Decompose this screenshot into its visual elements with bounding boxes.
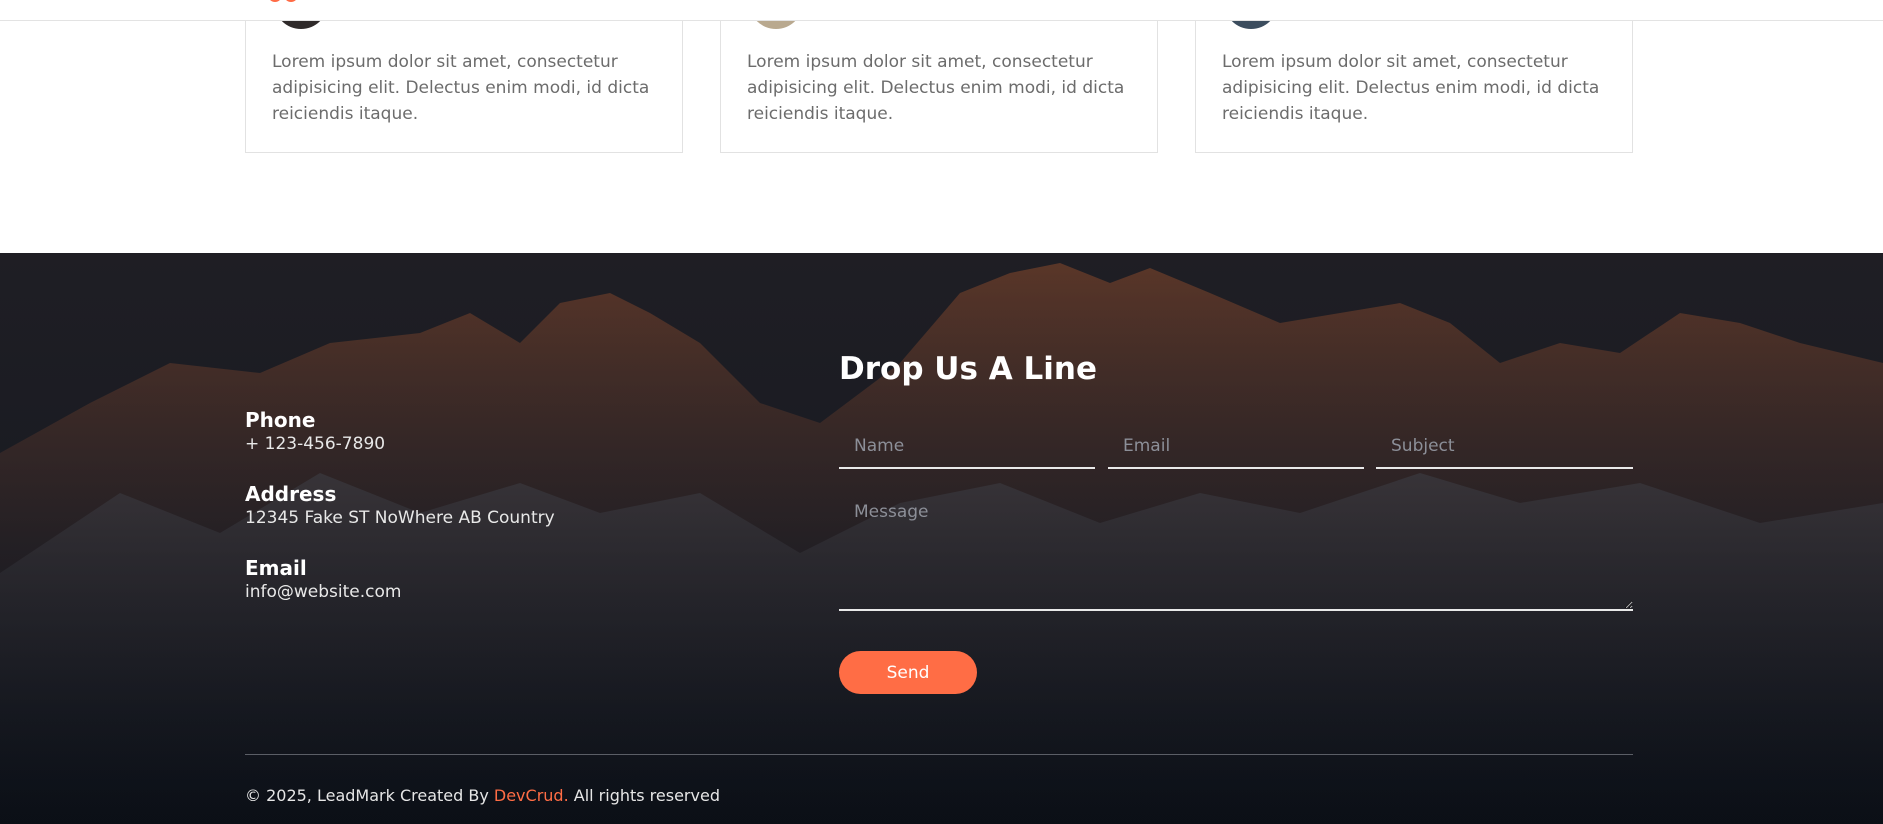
- testimonial-quote: Lorem ipsum dolor sit amet, consectetur …: [1222, 52, 1600, 124]
- contact-footer: Phone + 123-456-7890 Address 12345 Fake …: [0, 253, 1883, 824]
- copyright-suffix: All rights reserved: [568, 786, 720, 805]
- testimonial-card: Lorem ipsum dolor sit amet, consectetur …: [1195, 0, 1633, 153]
- contact-info: Phone + 123-456-7890 Address 12345 Fake …: [245, 408, 645, 630]
- email-block: Email info@website.com: [245, 556, 645, 604]
- copyright-text: © 2025, LeadMark Created By DevCrud. All…: [245, 786, 720, 805]
- creator-link[interactable]: DevCrud.: [494, 786, 569, 805]
- send-button[interactable]: Send: [839, 651, 977, 694]
- name-input[interactable]: [839, 425, 1095, 469]
- form-heading: Drop Us A Line: [839, 351, 1097, 387]
- phone-label: Phone: [245, 408, 316, 432]
- address-block: Address 12345 Fake ST NoWhere AB Country: [245, 482, 645, 530]
- email-label: Email: [245, 556, 307, 580]
- email-input[interactable]: [1108, 425, 1364, 469]
- phone-value: + 123-456-7890: [245, 434, 386, 454]
- message-textarea[interactable]: [839, 491, 1633, 611]
- email-value: info@website.com: [245, 582, 402, 602]
- testimonial-card: Lorem ipsum dolor sit amet, consectetur …: [245, 0, 683, 153]
- address-value: 12345 Fake ST NoWhere AB Country: [245, 508, 555, 528]
- address-label: Address: [245, 482, 337, 506]
- copyright-prefix: © 2025, LeadMark Created By: [245, 786, 494, 805]
- testimonial-card: Lorem ipsum dolor sit amet, consectetur …: [720, 0, 1158, 153]
- footer-divider: [245, 754, 1633, 755]
- testimonials-section: Lorem ipsum dolor sit amet, consectetur …: [245, 0, 1633, 153]
- subject-input[interactable]: [1376, 425, 1633, 469]
- top-navbar: [0, 0, 1883, 21]
- testimonial-quote: Lorem ipsum dolor sit amet, consectetur …: [272, 52, 650, 124]
- brand-logo[interactable]: [268, 0, 300, 2]
- phone-block: Phone + 123-456-7890: [245, 408, 645, 456]
- testimonial-quote: Lorem ipsum dolor sit amet, consectetur …: [747, 52, 1125, 124]
